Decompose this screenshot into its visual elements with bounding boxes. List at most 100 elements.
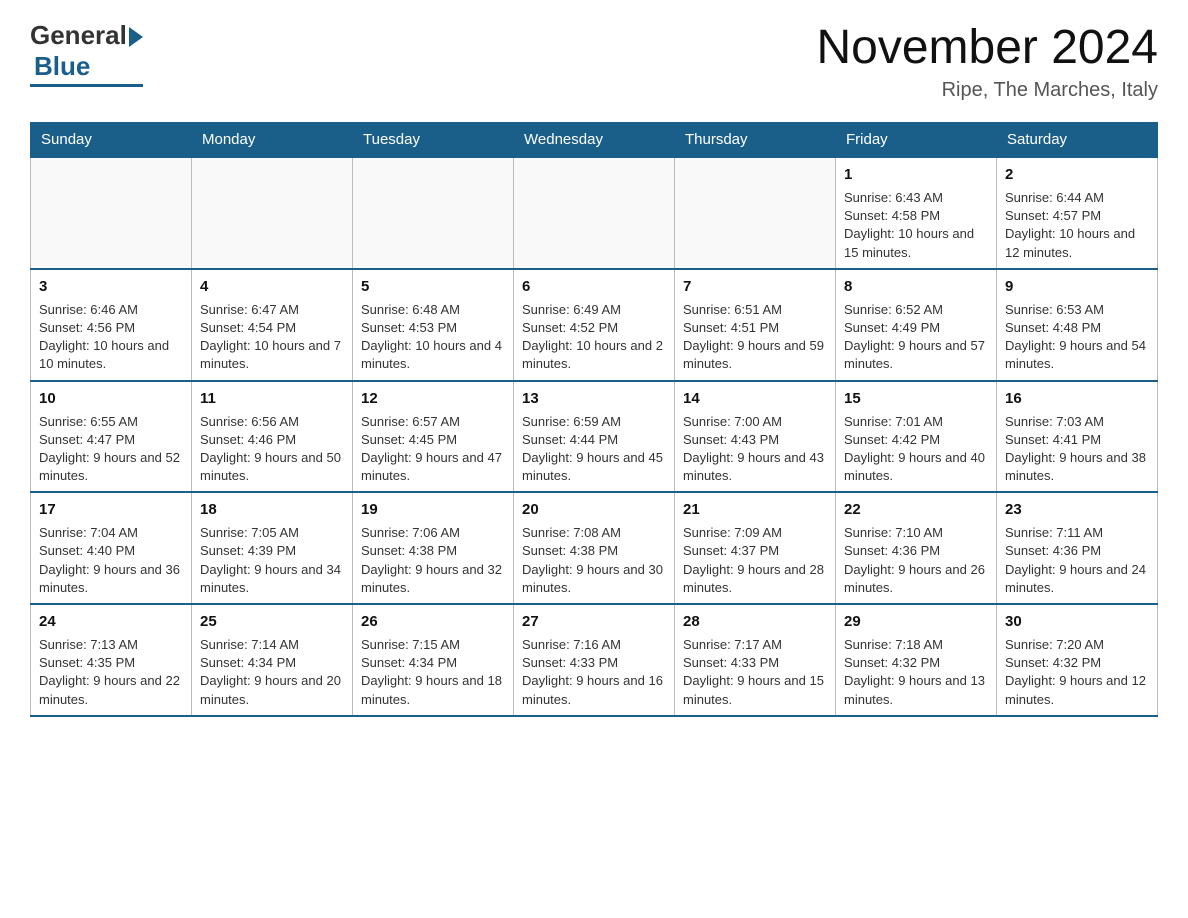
day-info: Daylight: 9 hours and 45 minutes. (522, 449, 666, 485)
calendar-cell: 8Sunrise: 6:52 AMSunset: 4:49 PMDaylight… (836, 269, 997, 381)
calendar-cell (192, 157, 353, 269)
day-info: Daylight: 9 hours and 54 minutes. (1005, 337, 1149, 373)
day-info: Sunset: 4:42 PM (844, 431, 988, 449)
day-info: Sunset: 4:32 PM (844, 654, 988, 672)
day-info: Sunset: 4:54 PM (200, 319, 344, 337)
calendar-week-row: 17Sunrise: 7:04 AMSunset: 4:40 PMDayligh… (31, 492, 1158, 604)
day-info: Sunset: 4:53 PM (361, 319, 505, 337)
calendar-cell (514, 157, 675, 269)
weekday-header: Wednesday (514, 123, 675, 158)
day-number: 2 (1005, 164, 1149, 185)
calendar-cell: 20Sunrise: 7:08 AMSunset: 4:38 PMDayligh… (514, 492, 675, 604)
day-info: Sunrise: 6:44 AM (1005, 189, 1149, 207)
day-number: 13 (522, 388, 666, 409)
day-info: Daylight: 9 hours and 12 minutes. (1005, 672, 1149, 708)
day-number: 3 (39, 276, 183, 297)
day-info: Sunset: 4:32 PM (1005, 654, 1149, 672)
calendar-cell: 28Sunrise: 7:17 AMSunset: 4:33 PMDayligh… (675, 604, 836, 716)
day-info: Sunrise: 6:57 AM (361, 413, 505, 431)
calendar-cell: 15Sunrise: 7:01 AMSunset: 4:42 PMDayligh… (836, 381, 997, 493)
day-info: Sunset: 4:38 PM (361, 542, 505, 560)
calendar-cell: 9Sunrise: 6:53 AMSunset: 4:48 PMDaylight… (997, 269, 1158, 381)
day-info: Daylight: 9 hours and 57 minutes. (844, 337, 988, 373)
day-info: Sunrise: 7:05 AM (200, 524, 344, 542)
calendar-week-row: 24Sunrise: 7:13 AMSunset: 4:35 PMDayligh… (31, 604, 1158, 716)
calendar-cell: 13Sunrise: 6:59 AMSunset: 4:44 PMDayligh… (514, 381, 675, 493)
day-info: Sunrise: 7:17 AM (683, 636, 827, 654)
day-info: Sunset: 4:40 PM (39, 542, 183, 560)
day-number: 9 (1005, 276, 1149, 297)
day-info: Sunrise: 6:53 AM (1005, 301, 1149, 319)
day-number: 28 (683, 611, 827, 632)
day-number: 4 (200, 276, 344, 297)
day-info: Sunset: 4:35 PM (39, 654, 183, 672)
day-info: Daylight: 9 hours and 38 minutes. (1005, 449, 1149, 485)
day-info: Daylight: 9 hours and 34 minutes. (200, 561, 344, 597)
day-number: 12 (361, 388, 505, 409)
day-info: Daylight: 9 hours and 28 minutes. (683, 561, 827, 597)
logo-text: General (30, 20, 143, 51)
day-info: Sunrise: 7:13 AM (39, 636, 183, 654)
day-info: Daylight: 9 hours and 47 minutes. (361, 449, 505, 485)
calendar-cell: 4 Sunrise: 6:47 AMSunset: 4:54 PMDaylight… (192, 269, 353, 381)
calendar-cell: 14Sunrise: 7:00 AMSunset: 4:43 PMDayligh… (675, 381, 836, 493)
day-info: Daylight: 9 hours and 26 minutes. (844, 561, 988, 597)
day-info: Sunrise: 6:43 AM (844, 189, 988, 207)
day-number: 22 (844, 499, 988, 520)
day-info: Sunset: 4:52 PM (522, 319, 666, 337)
day-info: Daylight: 9 hours and 24 minutes. (1005, 561, 1149, 597)
weekday-header: Saturday (997, 123, 1158, 158)
weekday-header: Monday (192, 123, 353, 158)
day-info: Sunset: 4:46 PM (200, 431, 344, 449)
day-info: Daylight: 10 hours and 7 minutes. (200, 337, 344, 373)
logo-general-text: General (30, 20, 127, 51)
calendar-week-row: 10Sunrise: 6:55 AMSunset: 4:47 PMDayligh… (31, 381, 1158, 493)
day-number: 18 (200, 499, 344, 520)
day-info: Sunset: 4:44 PM (522, 431, 666, 449)
calendar-cell: 25Sunrise: 7:14 AMSunset: 4:34 PMDayligh… (192, 604, 353, 716)
calendar-cell: 30Sunrise: 7:20 AMSunset: 4:32 PMDayligh… (997, 604, 1158, 716)
calendar-cell: 18Sunrise: 7:05 AMSunset: 4:39 PMDayligh… (192, 492, 353, 604)
weekday-header: Sunday (31, 123, 192, 158)
day-info: Daylight: 9 hours and 36 minutes. (39, 561, 183, 597)
day-info: Daylight: 10 hours and 2 minutes. (522, 337, 666, 373)
day-number: 23 (1005, 499, 1149, 520)
day-info: Sunset: 4:51 PM (683, 319, 827, 337)
day-info: Sunrise: 7:15 AM (361, 636, 505, 654)
calendar-cell: 10Sunrise: 6:55 AMSunset: 4:47 PMDayligh… (31, 381, 192, 493)
day-info: Sunrise: 6:47 AM (200, 301, 344, 319)
calendar-cell: 11Sunrise: 6:56 AMSunset: 4:46 PMDayligh… (192, 381, 353, 493)
calendar-cell: 24 Sunrise: 7:13 AMSunset: 4:35 PMDayligh… (31, 604, 192, 716)
day-info: Daylight: 10 hours and 15 minutes. (844, 225, 988, 261)
day-info: Sunrise: 6:56 AM (200, 413, 344, 431)
day-info: Sunset: 4:36 PM (1005, 542, 1149, 560)
day-number: 16 (1005, 388, 1149, 409)
day-info: Daylight: 9 hours and 30 minutes. (522, 561, 666, 597)
day-info: Sunset: 4:37 PM (683, 542, 827, 560)
day-number: 5 (361, 276, 505, 297)
day-number: 15 (844, 388, 988, 409)
day-info: Sunset: 4:47 PM (39, 431, 183, 449)
weekday-header: Tuesday (353, 123, 514, 158)
day-info: Sunrise: 7:16 AM (522, 636, 666, 654)
day-info: Daylight: 9 hours and 18 minutes. (361, 672, 505, 708)
calendar-cell: 21Sunrise: 7:09 AMSunset: 4:37 PMDayligh… (675, 492, 836, 604)
day-number: 7 (683, 276, 827, 297)
calendar-cell: 17Sunrise: 7:04 AMSunset: 4:40 PMDayligh… (31, 492, 192, 604)
weekday-header: Friday (836, 123, 997, 158)
day-info: Daylight: 10 hours and 4 minutes. (361, 337, 505, 373)
day-number: 10 (39, 388, 183, 409)
day-info: Sunrise: 6:51 AM (683, 301, 827, 319)
day-info: Sunrise: 7:10 AM (844, 524, 988, 542)
day-info: Sunrise: 7:00 AM (683, 413, 827, 431)
day-info: Daylight: 9 hours and 16 minutes. (522, 672, 666, 708)
calendar-cell: 1Sunrise: 6:43 AMSunset: 4:58 PMDaylight… (836, 157, 997, 269)
calendar-cell: 6Sunrise: 6:49 AMSunset: 4:52 PMDaylight… (514, 269, 675, 381)
day-info: Sunrise: 7:01 AM (844, 413, 988, 431)
day-number: 24 (39, 611, 183, 632)
day-number: 14 (683, 388, 827, 409)
day-number: 21 (683, 499, 827, 520)
calendar-week-row: 1Sunrise: 6:43 AMSunset: 4:58 PMDaylight… (31, 157, 1158, 269)
day-number: 27 (522, 611, 666, 632)
day-info: Daylight: 9 hours and 22 minutes. (39, 672, 183, 708)
